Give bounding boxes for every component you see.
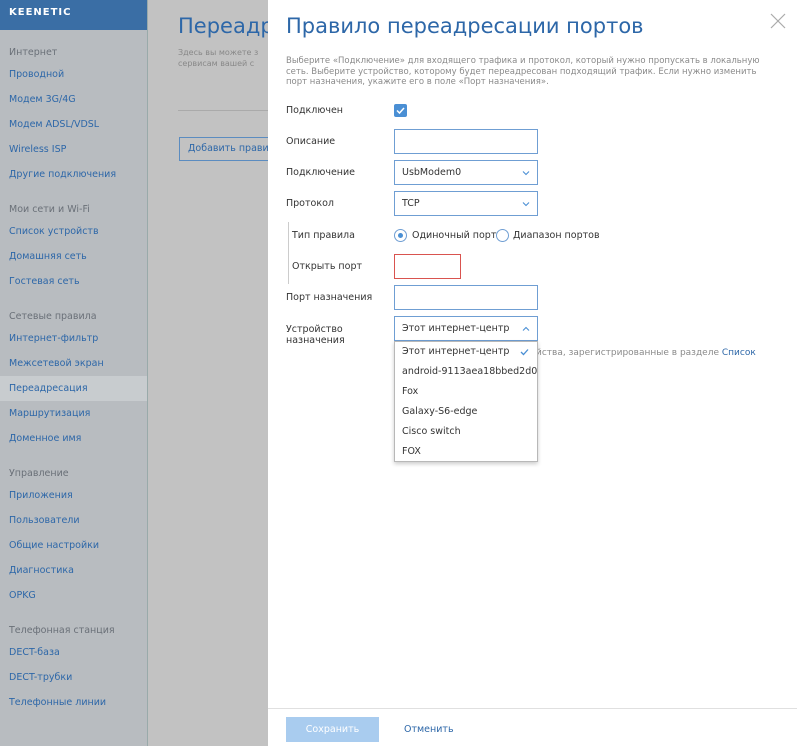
dest-device-select[interactable]: Этот интернет-центр <box>394 316 538 341</box>
sidebar-item[interactable]: Телефонные линии <box>0 690 147 715</box>
nav-group-heading: Телефонная станция <box>9 625 115 636</box>
dest-device-value: Этот интернет-центр <box>402 323 510 334</box>
cancel-button[interactable]: Отменить <box>404 717 454 742</box>
page-description: Здесь вы можете з сервисам вашей с <box>178 47 258 69</box>
enabled-label: Подключен <box>286 105 343 116</box>
sidebar-item[interactable]: Общие настройки <box>0 533 147 558</box>
chevron-down-icon <box>522 171 530 176</box>
dest-device-label-line: назначения <box>286 335 345 346</box>
chevron-up-icon <box>522 326 530 331</box>
description-input[interactable] <box>394 129 538 154</box>
sidebar: KEENETIC Интернет Проводной Модем 3G/4G Мод… <box>0 0 148 746</box>
hint-text: йства, зарегистрированные в разделе Спис… <box>536 348 756 358</box>
connection-value: UsbModem0 <box>402 167 462 178</box>
sidebar-item[interactable]: DECT-трубки <box>0 665 147 690</box>
save-button[interactable]: Сохранить <box>286 717 379 742</box>
dropdown-option-label: Cisco switch <box>402 426 461 437</box>
nav-group: Сетевые правила Интернет-фильтр Межсетевой… <box>0 308 147 451</box>
nav-group: Интернет Проводной Модем 3G/4G Модем ADSL/V… <box>0 44 147 187</box>
sidebar-item[interactable]: Гостевая сеть <box>0 269 147 294</box>
sidebar-item[interactable]: Переадресация <box>0 376 147 401</box>
sidebar-item[interactable]: Проводной <box>0 62 147 87</box>
close-icon[interactable] <box>768 11 788 31</box>
radio-button[interactable] <box>496 229 509 242</box>
sidebar-item[interactable]: Другие подключения <box>0 162 147 187</box>
sidebar-item[interactable]: Модем 3G/4G <box>0 87 147 112</box>
add-rule-button[interactable]: Добавить прави <box>179 137 268 161</box>
dropdown-option[interactable]: Этот интернет-центр <box>395 342 537 362</box>
radio-button-selected[interactable] <box>394 229 407 242</box>
open-port-input[interactable] <box>394 254 461 279</box>
selected-check-icon <box>520 349 529 356</box>
modal-title: Правило переадресации портов <box>286 14 644 38</box>
indent-line <box>288 222 289 284</box>
dest-device-dropdown: Этот интернет-центр android-9113aea18bbed… <box>394 341 538 462</box>
sidebar-item[interactable]: Диагностика <box>0 558 147 583</box>
sidebar-item[interactable]: Приложения <box>0 483 147 508</box>
nav-group: Телефонная станция DECT-база DECT-трубки Те… <box>0 622 147 715</box>
dest-port-input[interactable] <box>394 285 538 310</box>
protocol-label: Протокол <box>286 198 334 209</box>
sidebar-item[interactable]: DECT-база <box>0 640 147 665</box>
sidebar-item[interactable]: Модем ADSL/VDSL <box>0 112 147 137</box>
rule-type-label: Тип правила <box>292 230 355 241</box>
port-forwarding-modal: Правило переадресации портов Выберите «П… <box>268 0 797 746</box>
check-icon <box>396 107 405 115</box>
protocol-select[interactable]: TCP <box>394 191 538 216</box>
dest-device-label-line: Устройство <box>286 324 343 335</box>
nav-group-heading: Сетевые правила <box>9 311 97 322</box>
protocol-value: TCP <box>402 198 420 209</box>
dropdown-option[interactable]: Galaxy-S6-edge <box>395 402 537 422</box>
dropdown-option-label: Этот интернет-центр <box>402 346 510 357</box>
dropdown-option[interactable]: Cisco switch <box>395 422 537 442</box>
dropdown-option[interactable]: FOX <box>395 442 537 462</box>
nav-group: Управление Приложения Пользователи Общие на… <box>0 465 147 608</box>
sidebar-nav: Интернет Проводной Модем 3G/4G Модем ADSL/V… <box>0 44 147 715</box>
radio-single-label: Одиночный порт <box>412 230 497 241</box>
enabled-checkbox[interactable] <box>394 104 407 117</box>
description-label: Описание <box>286 136 336 147</box>
chevron-down-icon <box>522 202 530 207</box>
dropdown-option[interactable]: android-9113aea18bbed2d0 <box>395 362 537 382</box>
sidebar-item[interactable]: Доменное имя <box>0 426 147 451</box>
logo[interactable]: KEENETIC <box>0 0 147 30</box>
page-description-line: Здесь вы можете з <box>178 48 259 57</box>
sidebar-item[interactable]: Интернет-фильтр <box>0 326 147 351</box>
nav-group-heading: Управление <box>9 468 69 479</box>
radio-range-label: Диапазон портов <box>513 230 600 241</box>
connection-select[interactable]: UsbModem0 <box>394 160 538 185</box>
sidebar-item[interactable]: Межсетевой экран <box>0 351 147 376</box>
sidebar-item[interactable]: Список устройств <box>0 219 147 244</box>
nav-group-heading: Интернет <box>9 47 58 58</box>
sidebar-item[interactable]: Wireless ISP <box>0 137 147 162</box>
dropdown-option-label: Fox <box>402 386 419 397</box>
page-description-line: сервисам вашей с <box>178 59 255 68</box>
dropdown-option-label: FOX <box>402 446 421 457</box>
dropdown-option-label: android-9113aea18bbed2d0 <box>402 366 538 377</box>
nav-group-heading: Мои сети и Wi-Fi <box>9 204 90 215</box>
dest-port-label: Порт назначения <box>286 292 373 303</box>
sidebar-item[interactable]: OPKG <box>0 583 147 608</box>
device-list-link[interactable]: Список <box>722 348 756 358</box>
nav-group: Мои сети и Wi-Fi Список устройств Домашняя… <box>0 201 147 294</box>
page-title: Переадр <box>178 14 268 38</box>
sidebar-item[interactable]: Маршрутизация <box>0 401 147 426</box>
background-page: Переадр Здесь вы можете з сервисам вашей… <box>148 0 268 746</box>
sidebar-item[interactable]: Пользователи <box>0 508 147 533</box>
divider <box>178 110 268 111</box>
connection-label: Подключение <box>286 167 356 178</box>
open-port-label: Открыть порт <box>292 261 363 272</box>
dropdown-option[interactable]: Fox <box>395 382 537 402</box>
dropdown-option-label: Galaxy-S6-edge <box>402 406 478 417</box>
modal-description: Выберите «Подключение» для входящего тра… <box>286 56 760 87</box>
hint-text-body: йства, зарегистрированные в разделе <box>536 348 722 358</box>
dest-device-label: Устройство назначения <box>286 324 345 346</box>
modal-footer: Сохранить Отменить <box>268 708 797 746</box>
sidebar-item[interactable]: Домашняя сеть <box>0 244 147 269</box>
